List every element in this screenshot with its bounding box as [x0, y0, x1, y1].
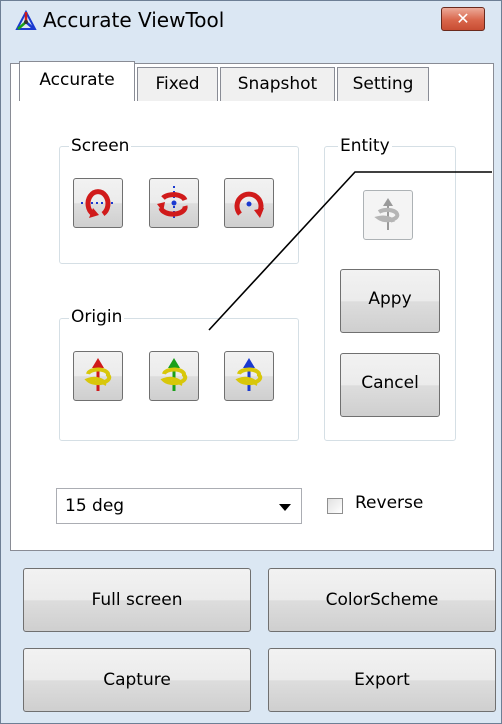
entity-rotate-icon [374, 198, 400, 230]
window: Accurate ViewTool ✕ Accurate Fixed Snaps… [0, 0, 502, 724]
origin-group-label: Origin [69, 307, 125, 327]
rotate-screen-x-icon [81, 189, 115, 218]
rotate-origin-z-icon [235, 358, 263, 391]
rotate-screen-x-button[interactable] [73, 178, 123, 228]
window-title: Accurate ViewTool [43, 8, 225, 32]
chevron-down-icon[interactable] [279, 504, 291, 511]
color-scheme-button[interactable]: ColorScheme [268, 568, 496, 632]
apply-button[interactable]: Appy [340, 269, 440, 333]
rotate-screen-z-icon [234, 191, 264, 218]
entity-rotate-button[interactable] [363, 190, 413, 240]
export-button[interactable]: Export [268, 648, 496, 712]
close-button[interactable]: ✕ [441, 7, 485, 31]
cancel-button[interactable]: Cancel [340, 353, 440, 417]
title-bar[interactable]: Accurate ViewTool ✕ [1, 1, 501, 41]
screen-group-label: Screen [69, 136, 132, 156]
tab-fixed[interactable]: Fixed [137, 67, 218, 101]
full-screen-button[interactable]: Full screen [23, 568, 251, 632]
tab-accurate[interactable]: Accurate [19, 61, 135, 101]
rotate-origin-y-icon [160, 358, 188, 391]
tab-setting[interactable]: Setting [337, 67, 429, 101]
angle-select[interactable]: 15 deg [56, 488, 302, 524]
rotate-screen-y-button[interactable] [149, 178, 199, 228]
entity-group-label: Entity [338, 136, 392, 156]
capture-button[interactable]: Capture [23, 648, 251, 712]
rotate-origin-x-icon [84, 358, 112, 391]
app-axes-icon [15, 10, 37, 30]
reverse-label[interactable]: Reverse [355, 493, 423, 513]
rotate-screen-z-button[interactable] [224, 178, 274, 228]
angle-select-value: 15 deg [65, 496, 125, 516]
rotate-origin-y-button[interactable] [149, 351, 199, 401]
rotate-screen-y-icon [157, 186, 188, 220]
reverse-checkbox[interactable] [327, 498, 343, 514]
rotate-origin-x-button[interactable] [73, 351, 123, 401]
rotate-origin-z-button[interactable] [224, 351, 274, 401]
tab-snapshot[interactable]: Snapshot [220, 67, 335, 101]
